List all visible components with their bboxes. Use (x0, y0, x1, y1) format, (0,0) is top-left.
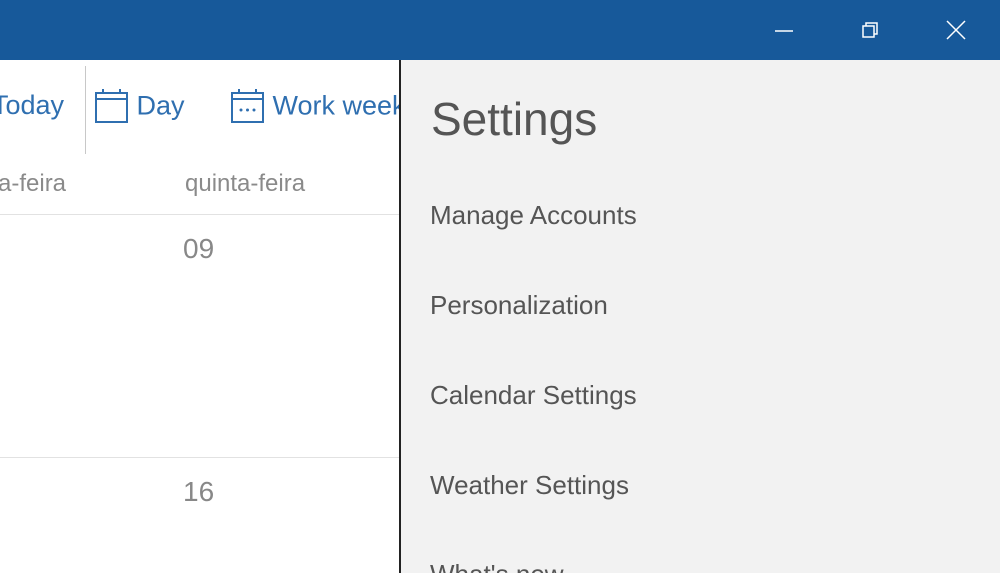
settings-item-manage-accounts[interactable]: Manage Accounts (430, 200, 637, 231)
close-icon (946, 20, 966, 40)
minimize-icon (775, 30, 793, 32)
calendar-week-icon (231, 89, 264, 123)
restore-icon (862, 22, 878, 38)
minimize-button[interactable] (764, 10, 804, 50)
restore-button[interactable] (850, 10, 890, 50)
calendar-view: Today Day Work week a-feira quinta-feira… (0, 0, 400, 573)
settings-item-weather-settings[interactable]: Weather Settings (430, 470, 629, 501)
day-label: Day (136, 90, 185, 121)
today-button[interactable]: Today (0, 90, 64, 121)
settings-title: Settings (431, 93, 598, 145)
date-cell[interactable]: 09 (183, 233, 214, 265)
close-button[interactable] (936, 10, 976, 50)
day-button[interactable]: Day (95, 88, 185, 124)
settings-item-personalization[interactable]: Personalization (430, 290, 608, 321)
toolbar-divider (85, 66, 86, 154)
week-divider (0, 214, 400, 215)
week-divider (0, 457, 400, 458)
settings-item-calendar-settings[interactable]: Calendar Settings (430, 380, 637, 411)
settings-item-whats-new[interactable]: What's new (430, 559, 564, 573)
date-cell[interactable]: 16 (183, 476, 214, 508)
day-header: quinta-feira (185, 170, 306, 197)
calendar-day-icon (95, 89, 128, 123)
day-header: a-feira (0, 170, 67, 197)
settings-panel: Settings Manage Accounts Personalization… (399, 60, 1000, 573)
work-week-button[interactable]: Work week (231, 88, 400, 124)
work-week-label: Work week (272, 90, 400, 121)
